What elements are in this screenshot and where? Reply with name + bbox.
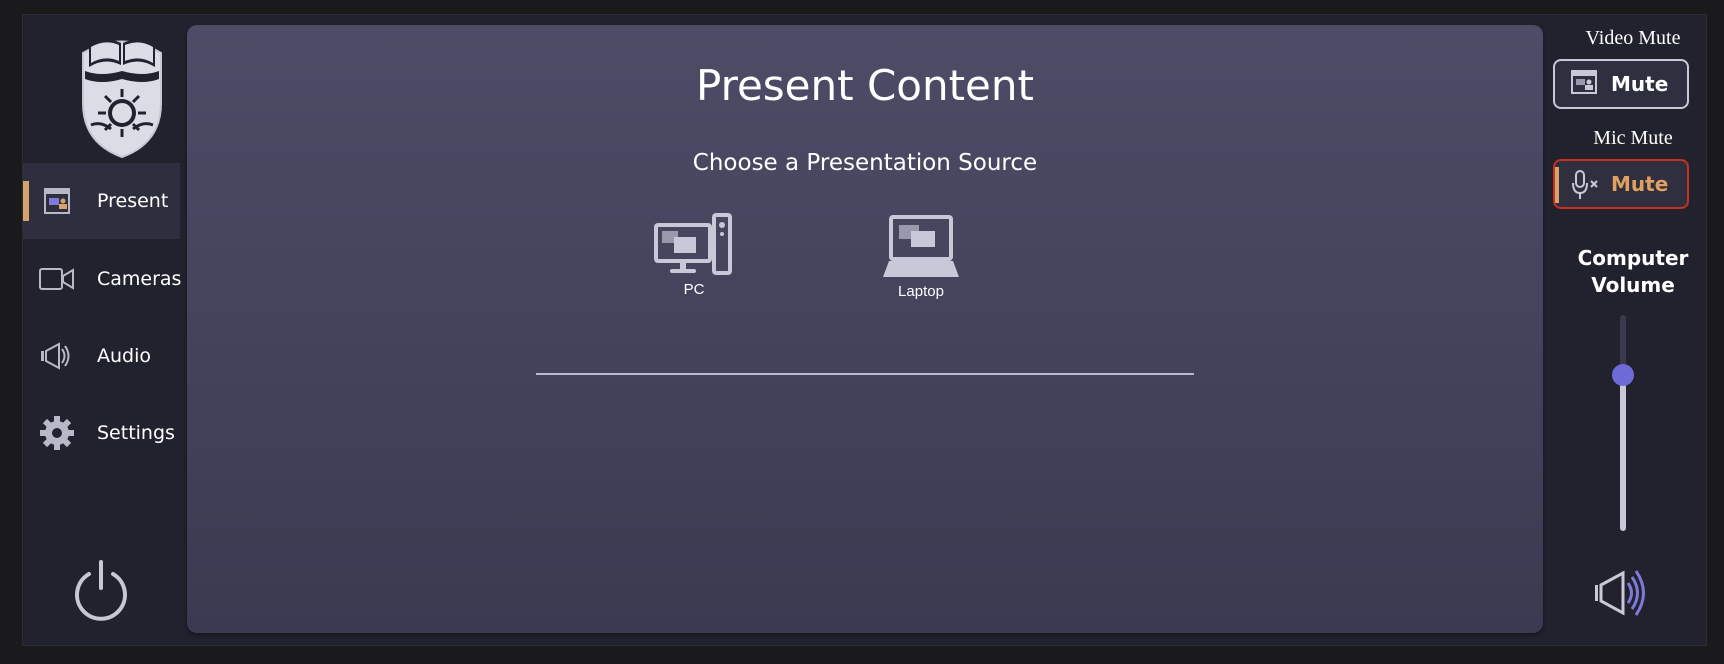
volume-slider[interactable]	[1612, 315, 1634, 531]
mic-muted-icon	[1569, 169, 1599, 199]
source-laptop-label: Laptop	[898, 283, 944, 300]
laptop-icon	[883, 215, 959, 277]
camera-icon	[37, 259, 77, 299]
present-icon	[37, 181, 77, 221]
sidebar-item-label: Audio	[97, 345, 152, 367]
source-laptop-button[interactable]: Laptop	[866, 215, 976, 315]
main-panel: Present Content Choose a Presentation So…	[187, 25, 1543, 633]
video-mute-label: Mute	[1611, 72, 1669, 96]
sidebar-item-label: Settings	[97, 422, 175, 444]
desktop-pc-icon	[654, 213, 732, 275]
video-mute-heading: Video Mute	[1585, 27, 1681, 49]
volume-title-line2: Volume	[1591, 273, 1675, 297]
page-title: Present Content	[696, 61, 1034, 110]
gear-icon	[37, 413, 77, 453]
volume-title: Computer Volume	[1558, 245, 1708, 299]
app-frame: Present Cameras Audio Settings Present C…	[22, 14, 1707, 646]
speaker-volume-button[interactable]	[1593, 567, 1657, 619]
sidebar-item-cameras[interactable]: Cameras	[23, 241, 182, 317]
volume-slider-fill	[1620, 375, 1626, 531]
sidebar-item-label: Present	[97, 190, 169, 212]
speaker-icon	[37, 336, 77, 376]
source-pc-button[interactable]: PC	[639, 213, 749, 313]
divider	[536, 373, 1194, 375]
volume-title-line1: Computer	[1577, 246, 1689, 270]
mic-mute-label: Mute	[1611, 172, 1669, 196]
mic-mute-heading: Mic Mute	[1593, 127, 1673, 149]
speaker-volume-icon	[1595, 570, 1645, 616]
sidebar-item-audio[interactable]: Audio	[23, 318, 180, 394]
sidebar-item-label: Cameras	[97, 268, 182, 290]
power-icon	[75, 560, 127, 621]
volume-slider-thumb[interactable]	[1612, 364, 1634, 387]
mic-mute-button[interactable]: Mute	[1553, 159, 1689, 209]
sidebar-item-settings[interactable]: Settings	[23, 395, 180, 471]
power-button[interactable]	[71, 558, 131, 622]
projector-screen-icon	[1569, 69, 1599, 99]
university-crest-logo	[71, 25, 173, 165]
source-pc-label: PC	[683, 281, 705, 298]
video-mute-button[interactable]: Mute	[1553, 59, 1689, 109]
sidebar-item-present[interactable]: Present	[23, 163, 180, 239]
page-subtitle: Choose a Presentation Source	[692, 150, 1038, 176]
